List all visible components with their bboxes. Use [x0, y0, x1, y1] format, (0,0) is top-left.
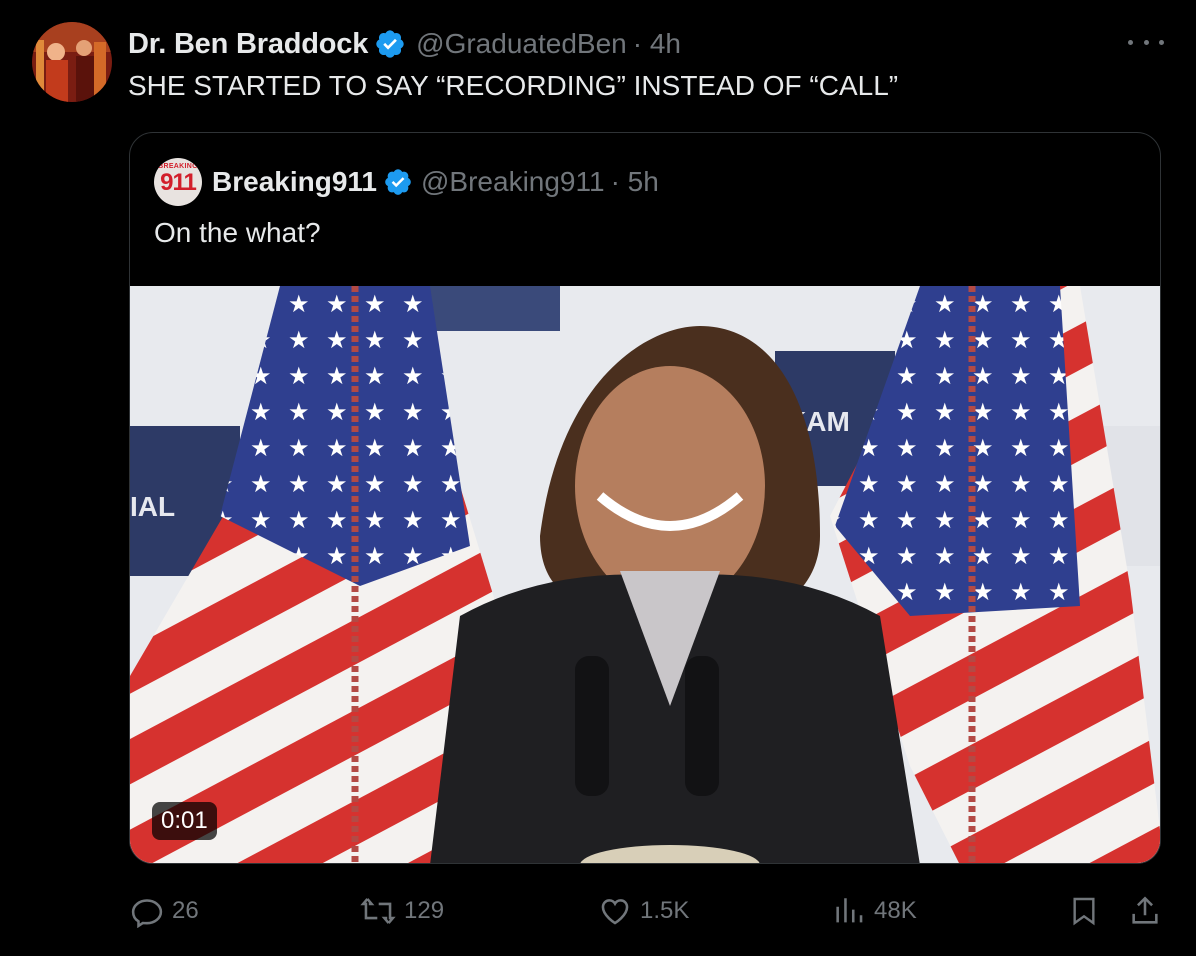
- repost-button[interactable]: 129: [360, 894, 444, 928]
- like-button[interactable]: 1.5K: [598, 894, 689, 928]
- tweet-text: SHE STARTED TO SAY “RECORDING” INSTEAD O…: [128, 70, 899, 101]
- video-frame: ★ KAM IAL: [130, 286, 1160, 863]
- author-handle[interactable]: @GraduatedBen: [416, 28, 627, 60]
- views-icon: [836, 898, 863, 923]
- repost-icon: [360, 898, 396, 924]
- verified-badge-icon: [385, 169, 411, 195]
- svg-text:IAL: IAL: [130, 491, 175, 522]
- views-count: 48K: [874, 897, 917, 924]
- repost-count: 129: [404, 897, 445, 924]
- quoted-tweet-text: On the what?: [154, 217, 321, 248]
- video-player[interactable]: ★ KAM IAL: [130, 286, 1160, 863]
- share-button[interactable]: [1128, 894, 1170, 928]
- heart-icon: [601, 899, 629, 925]
- avatar-big-text: 911: [160, 169, 197, 196]
- reply-icon: [131, 899, 163, 928]
- action-bar: 26 129 1.5K 48K: [0, 890, 1196, 934]
- quoted-author-avatar[interactable]: BREAKING 911: [154, 158, 202, 206]
- author-avatar[interactable]: [32, 22, 112, 102]
- quoted-handle[interactable]: @Breaking911: [421, 166, 605, 198]
- reply-button[interactable]: 26: [130, 894, 199, 928]
- quoted-time[interactable]: · 5h: [611, 166, 659, 198]
- bookmark-icon: [1073, 897, 1095, 926]
- quoted-tweet[interactable]: BREAKING 911 Breaking911 @Breaking911 · …: [129, 132, 1161, 864]
- views-button[interactable]: 48K: [832, 894, 917, 928]
- bookmark-button[interactable]: [1068, 894, 1108, 928]
- verified-badge-icon: [376, 30, 404, 58]
- video-duration: 0:01: [152, 802, 217, 840]
- like-count: 1.5K: [640, 897, 690, 924]
- tweet-header: Dr. Ben Braddock @GraduatedBen · 4h: [128, 24, 681, 64]
- reply-count: 26: [172, 897, 199, 924]
- share-icon: [1132, 896, 1158, 924]
- quoted-tweet-header: BREAKING 911 Breaking911 @Breaking911 · …: [154, 158, 659, 206]
- more-options-icon[interactable]: [1128, 30, 1164, 54]
- author-display-name[interactable]: Dr. Ben Braddock: [128, 28, 368, 61]
- tweet-time[interactable]: · 4h: [633, 28, 681, 60]
- quoted-display-name[interactable]: Breaking911: [212, 166, 377, 198]
